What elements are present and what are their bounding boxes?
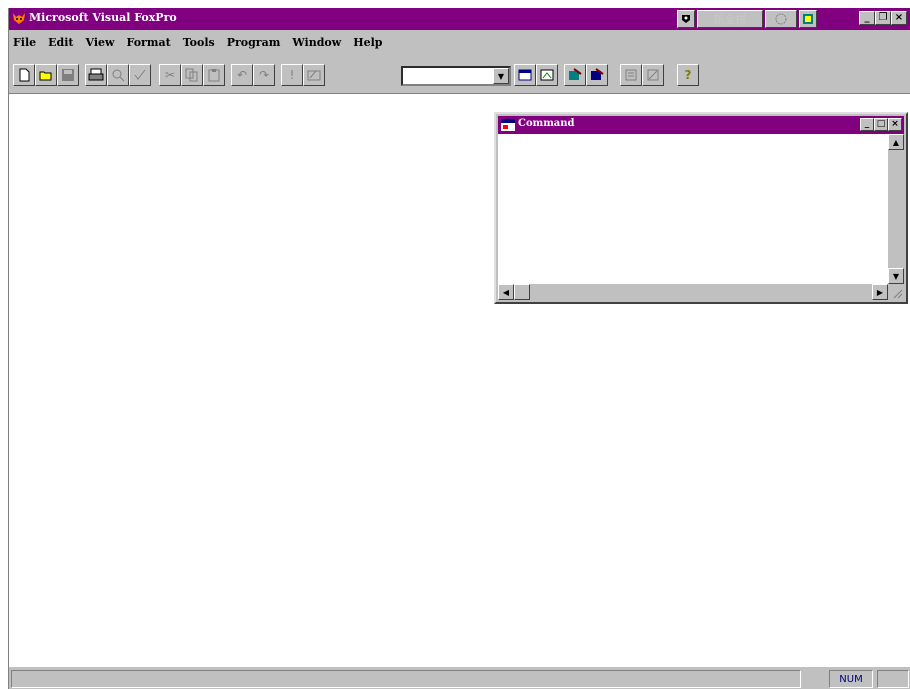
- ime-input-method-label[interactable]: 新全拼: [697, 10, 763, 28]
- window-controls: _ ❐ ×: [859, 11, 907, 25]
- form-wizard-icon[interactable]: [564, 64, 586, 86]
- restore-icon[interactable]: ❐: [875, 11, 891, 25]
- minimize-icon[interactable]: _: [860, 118, 874, 131]
- report-wizard-icon[interactable]: [586, 64, 608, 86]
- toolbar-window-group: [514, 64, 558, 88]
- standard-toolbar: ✂ ↶ ↷ ! ▼ ?: [9, 54, 910, 94]
- toolbar-run-group: !: [281, 64, 325, 88]
- status-message: [11, 670, 801, 688]
- save-icon[interactable]: [57, 64, 79, 86]
- modify-form-icon[interactable]: [303, 64, 325, 86]
- maximize-icon[interactable]: □: [874, 118, 888, 131]
- ime-fullwidth-icon[interactable]: [765, 10, 797, 28]
- help-icon[interactable]: ?: [677, 64, 699, 86]
- ime-toolbar: 新全拼: [677, 10, 817, 28]
- open-file-icon[interactable]: [35, 64, 57, 86]
- menu-bar: File Edit View Format Tools Program Wind…: [9, 30, 910, 54]
- scroll-up-icon[interactable]: ▲: [888, 134, 904, 150]
- menu-tools[interactable]: Tools: [183, 36, 215, 49]
- toolbar-auto-group: [620, 64, 664, 88]
- toolbar-file-group: [13, 64, 79, 88]
- scroll-left-icon[interactable]: ◀: [498, 284, 514, 300]
- command-window-title: Command: [518, 118, 575, 129]
- foxpro-main-window: Microsoft Visual FoxPro 新全拼 _ ❐ × File E…: [8, 8, 910, 689]
- paste-icon[interactable]: [203, 64, 225, 86]
- autoreport-icon[interactable]: [642, 64, 664, 86]
- scroll-down-icon[interactable]: ▼: [888, 268, 904, 284]
- resize-grip-icon[interactable]: [888, 284, 904, 300]
- new-file-icon[interactable]: [13, 64, 35, 86]
- scroll-thumb[interactable]: [514, 284, 530, 300]
- punctuation-icon: [803, 14, 813, 24]
- print-icon[interactable]: [85, 64, 107, 86]
- command-window-icon: [501, 119, 515, 131]
- redo-icon[interactable]: ↷: [253, 64, 275, 86]
- toolbar-print-group: [85, 64, 151, 88]
- database-combo[interactable]: ▼: [401, 66, 511, 86]
- toolbar-clipboard-group: ✂: [159, 64, 225, 88]
- ime-toggle-icon: [682, 15, 690, 23]
- toolbar-undo-group: ↶ ↷: [231, 64, 275, 88]
- command-window[interactable]: Command _ □ × ▲ ▼ ◀ ▶: [494, 112, 908, 304]
- toolbar-help-group: ?: [677, 64, 699, 88]
- menu-help[interactable]: Help: [353, 36, 382, 49]
- close-icon[interactable]: ×: [888, 118, 902, 131]
- copy-icon[interactable]: [181, 64, 203, 86]
- print-preview-icon[interactable]: [107, 64, 129, 86]
- menu-program[interactable]: Program: [227, 36, 281, 49]
- data-session-icon[interactable]: [536, 64, 558, 86]
- spell-check-icon[interactable]: [129, 64, 151, 86]
- menu-view[interactable]: View: [86, 36, 115, 49]
- menu-format[interactable]: Format: [127, 36, 171, 49]
- command-window-controls: _ □ ×: [860, 118, 902, 131]
- ime-switch-icon[interactable]: [677, 10, 695, 28]
- menu-file[interactable]: File: [13, 36, 36, 49]
- status-bar: NUM: [9, 666, 910, 689]
- cut-icon[interactable]: ✂: [159, 64, 181, 86]
- num-lock-indicator: NUM: [829, 670, 873, 688]
- chevron-down-icon[interactable]: ▼: [493, 68, 509, 84]
- menu-edit[interactable]: Edit: [48, 36, 73, 49]
- menu-window[interactable]: Window: [292, 36, 341, 49]
- undo-icon[interactable]: ↶: [231, 64, 253, 86]
- scroll-right-icon[interactable]: ▶: [872, 284, 888, 300]
- app-title: Microsoft Visual FoxPro: [29, 11, 177, 24]
- ime-punctuation-icon[interactable]: [799, 10, 817, 28]
- vertical-scrollbar[interactable]: ▲ ▼: [888, 134, 904, 284]
- command-window-titlebar[interactable]: Command _ □ ×: [498, 116, 904, 134]
- minimize-icon[interactable]: _: [859, 11, 875, 25]
- command-input-area[interactable]: ▲ ▼ ◀ ▶: [498, 134, 904, 300]
- foxpro-fox-icon[interactable]: [12, 11, 26, 25]
- status-panel-empty: [877, 670, 909, 688]
- app-titlebar[interactable]: Microsoft Visual FoxPro 新全拼 _ ❐ ×: [9, 8, 910, 30]
- moon-icon: [775, 13, 787, 25]
- toolbar-wizard-group: [564, 64, 608, 88]
- autoform-icon[interactable]: [620, 64, 642, 86]
- close-icon[interactable]: ×: [891, 11, 907, 25]
- command-window-icon[interactable]: [514, 64, 536, 86]
- horizontal-scrollbar[interactable]: ◀ ▶: [498, 284, 888, 300]
- run-icon[interactable]: !: [281, 64, 303, 86]
